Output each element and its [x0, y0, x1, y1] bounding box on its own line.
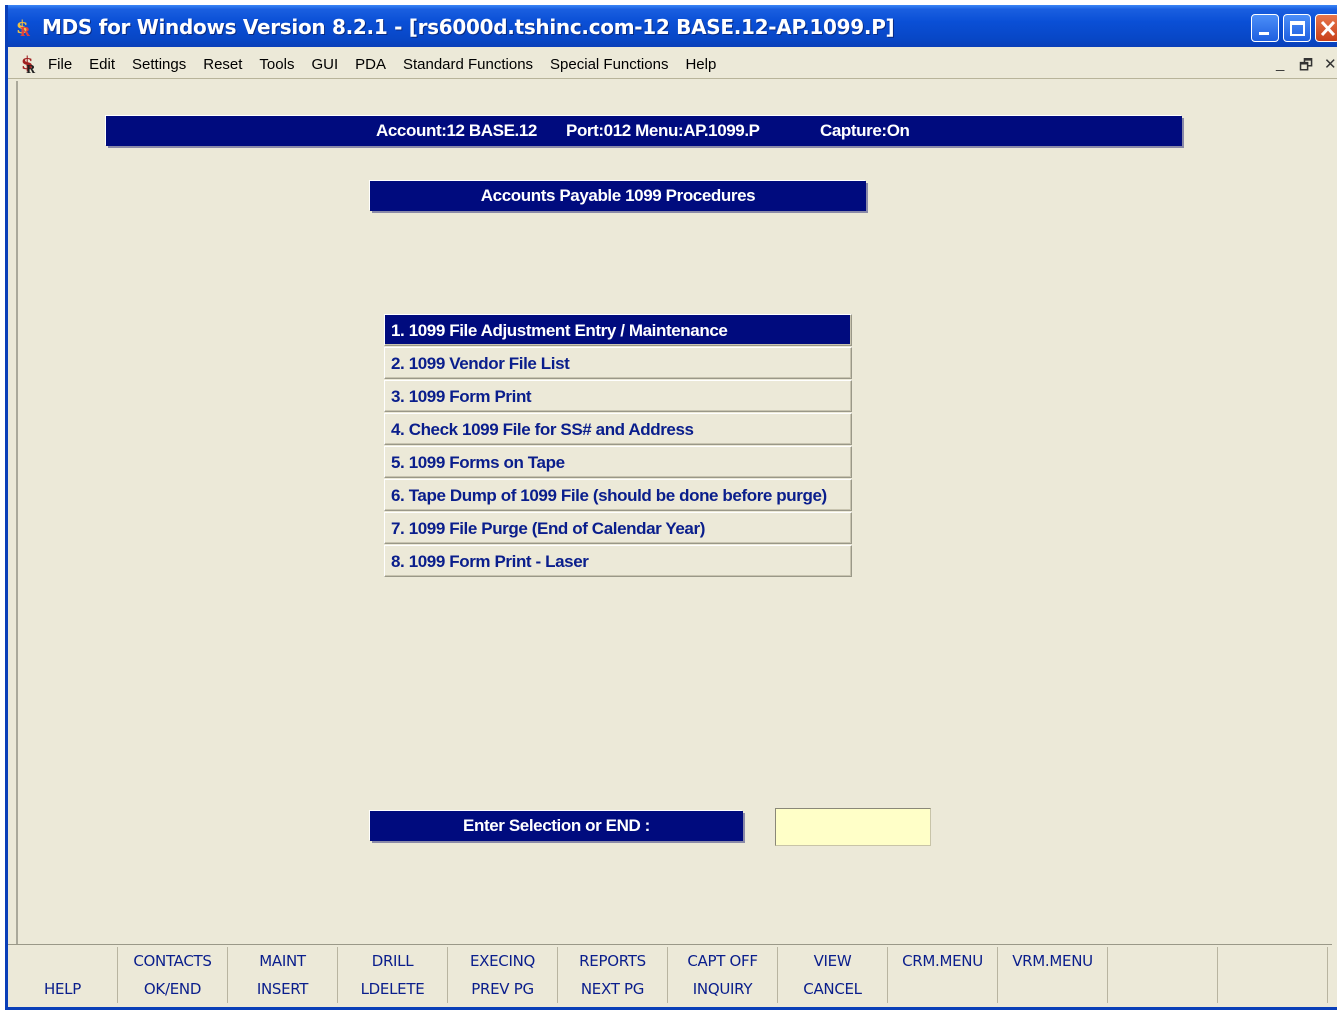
fkey-bottom-blank-9[interactable]	[888, 975, 998, 1003]
ok-end-button[interactable]: OK/END	[118, 975, 228, 1003]
menu-item-1099-form-print-laser[interactable]: 8. 1099 Form Print - Laser	[384, 545, 852, 577]
menu-title: Accounts Payable 1099 Procedures	[370, 181, 866, 211]
client-area: Account:12 BASE.12 Port:012 Menu:AP.1099…	[16, 81, 1337, 947]
menu-item-1099-file-purge[interactable]: 7. 1099 File Purge (End of Calendar Year…	[384, 512, 852, 544]
mds-app-icon[interactable]: $ R	[14, 16, 34, 38]
vrm-menu-button[interactable]: VRM.MENU	[998, 947, 1108, 975]
maximize-button[interactable]	[1283, 14, 1311, 42]
capt-off-button[interactable]: CAPT OFF	[668, 947, 778, 975]
menu-item-check-1099-file[interactable]: 4. Check 1099 File for SS# and Address	[384, 413, 852, 445]
menu-tools[interactable]: Tools	[259, 56, 294, 73]
close-button[interactable]	[1315, 14, 1337, 42]
inquiry-button[interactable]: INQUIRY	[668, 975, 778, 1003]
fkey-top-blank-1[interactable]	[8, 947, 118, 975]
prev-pg-button[interactable]: PREV PG	[448, 975, 558, 1003]
menu-pda[interactable]: PDA	[355, 56, 386, 73]
menu-gui[interactable]: GUI	[311, 56, 338, 73]
capture-label: Capture:On	[820, 121, 910, 140]
menu-bar: $ R File Edit Settings Reset Tools GUI P…	[8, 47, 1337, 79]
fkey-bottom-blank-11[interactable]	[1108, 975, 1218, 1003]
reports-button[interactable]: REPORTS	[558, 947, 668, 975]
menu-settings[interactable]: Settings	[132, 56, 186, 73]
port-menu-label: Port:012 Menu:AP.1099.P	[566, 121, 760, 140]
help-button[interactable]: HELP	[8, 975, 118, 1003]
menu-item-1099-vendor-file-list[interactable]: 2. 1099 Vendor File List	[384, 347, 852, 379]
account-status-bar: Account:12 BASE.12 Port:012 Menu:AP.1099…	[106, 116, 1182, 146]
menu-file[interactable]: File	[48, 56, 72, 73]
maximize-icon	[1290, 21, 1305, 36]
menu-help[interactable]: Help	[685, 56, 716, 73]
menu-item-1099-form-print[interactable]: 3. 1099 Form Print	[384, 380, 852, 412]
function-key-row-bottom: HELP OK/END INSERT LDELETE PREV PG NEXT …	[8, 975, 1328, 1003]
menu-items: File Edit Settings Reset Tools GUI PDA S…	[48, 56, 733, 73]
menu-item-1099-forms-on-tape[interactable]: 5. 1099 Forms on Tape	[384, 446, 852, 478]
maint-button[interactable]: MAINT	[228, 947, 338, 975]
selection-prompt: Enter Selection or END :	[370, 811, 743, 841]
next-pg-button[interactable]: NEXT PG	[558, 975, 668, 1003]
mdi-minimize-button[interactable]: _	[1276, 55, 1284, 72]
account-label: Account:12 BASE.12	[376, 121, 537, 140]
ldelete-button[interactable]: LDELETE	[338, 975, 448, 1003]
function-key-bar: CONTACTS MAINT DRILL EXECINQ REPORTS CAP…	[8, 944, 1332, 1003]
cancel-button[interactable]: CANCEL	[778, 975, 888, 1003]
selection-input[interactable]	[775, 808, 931, 846]
fkey-bottom-blank-10[interactable]	[998, 975, 1108, 1003]
insert-button[interactable]: INSERT	[228, 975, 338, 1003]
drill-button[interactable]: DRILL	[338, 947, 448, 975]
minimize-icon	[1259, 32, 1269, 35]
menu-standard-functions[interactable]: Standard Functions	[403, 56, 533, 73]
execinq-button[interactable]: EXECINQ	[448, 947, 558, 975]
view-button[interactable]: VIEW	[778, 947, 888, 975]
fkey-top-blank-12[interactable]	[1218, 947, 1328, 975]
mdi-child-icon[interactable]: $ R	[20, 52, 38, 74]
close-icon	[1320, 20, 1336, 37]
fkey-bottom-blank-12[interactable]	[1218, 975, 1328, 1003]
mdi-restore-button[interactable]: 🗗	[1299, 55, 1313, 80]
contacts-button[interactable]: CONTACTS	[118, 947, 228, 975]
menu-item-tape-dump[interactable]: 6. Tape Dump of 1099 File (should be don…	[384, 479, 852, 511]
app-window: $ R MDS for Windows Version 8.2.1 - [rs6…	[5, 5, 1337, 1010]
svg-text:R: R	[26, 63, 36, 74]
window-title: MDS for Windows Version 8.2.1 - [rs6000d…	[42, 15, 895, 39]
title-bar[interactable]: $ R MDS for Windows Version 8.2.1 - [rs6…	[8, 5, 1337, 47]
minimize-button[interactable]	[1251, 14, 1279, 42]
fkey-top-blank-11[interactable]	[1108, 947, 1218, 975]
menu-edit[interactable]: Edit	[89, 56, 115, 73]
crm-menu-button[interactable]: CRM.MENU	[888, 947, 998, 975]
menu-special-functions[interactable]: Special Functions	[550, 56, 668, 73]
function-key-row-top: CONTACTS MAINT DRILL EXECINQ REPORTS CAP…	[8, 947, 1328, 975]
svg-text:R: R	[20, 25, 31, 38]
menu-item-1099-file-adjustment[interactable]: 1. 1099 File Adjustment Entry / Maintena…	[384, 314, 852, 346]
mdi-close-button[interactable]: ✕	[1324, 55, 1337, 73]
menu-reset[interactable]: Reset	[203, 56, 242, 73]
menu-list: 1. 1099 File Adjustment Entry / Maintena…	[384, 314, 852, 578]
